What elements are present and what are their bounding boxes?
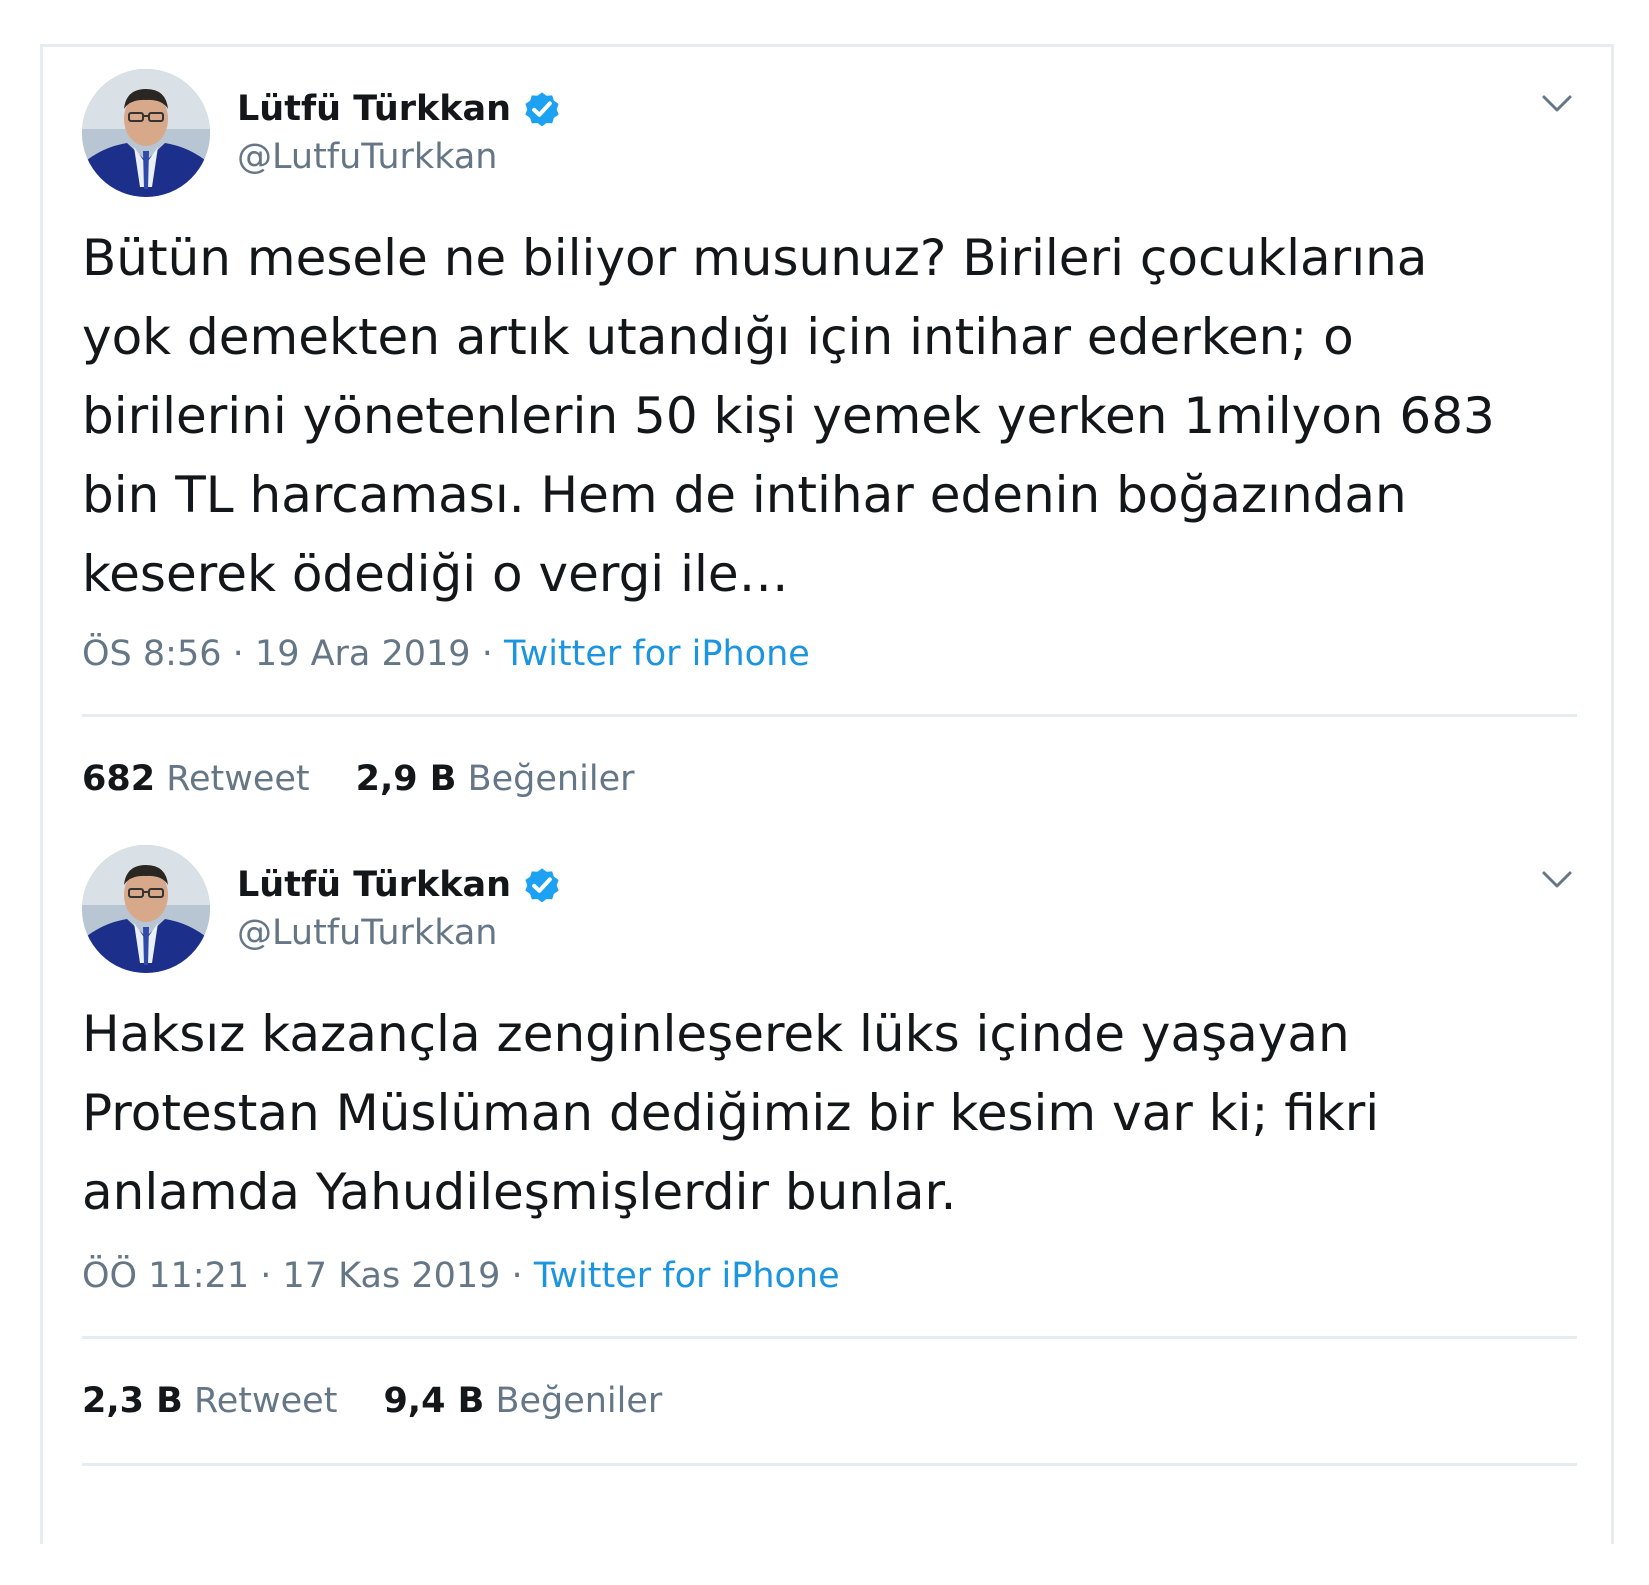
divider [82,714,1577,717]
tweet-text: Haksız kazançla zenginleşerek lüks içind… [82,1005,1380,1221]
tweet-time[interactable]: ÖÖ 11:21 [82,1256,249,1296]
author-name-row[interactable]: Lütfü Türkkan [237,861,563,909]
divider [82,1336,1577,1339]
tweet-2: Lütfü Türkkan @LutfuTurkkan Haksız kazan… [82,845,1577,1485]
retweet-count: 682 [82,759,156,799]
author-handle[interactable]: @LutfuTurkkan [237,913,497,953]
like-stat[interactable]: 2,9 B Beğeniler [356,759,635,799]
tweet-date[interactable]: 19 Ara 2019 [255,634,471,674]
retweet-count: 2,3 B [82,1381,183,1421]
avatar[interactable] [82,69,210,197]
retweet-stat[interactable]: 2,3 B Retweet [82,1381,337,1421]
like-label: Beğeniler [495,1381,663,1421]
display-name[interactable]: Lütfü Türkkan [237,865,511,905]
meta-separator: · [232,634,244,674]
meta-separator: · [511,1256,523,1296]
display-name[interactable]: Lütfü Türkkan [237,89,511,129]
divider [82,1463,1577,1466]
verified-badge-icon [525,868,559,903]
tweet-stats: 2,3 B Retweet 9,4 B Beğeniler [82,1381,662,1421]
tweet-source-link[interactable]: Twitter for iPhone [504,634,810,674]
chevron-down-icon[interactable] [1540,91,1574,115]
author-handle[interactable]: @LutfuTurkkan [237,137,497,177]
profile-photo-icon [82,69,210,197]
tweet-source-link[interactable]: Twitter for iPhone [534,1256,840,1296]
tweet-stats: 682 Retweet 2,9 B Beğeniler [82,759,635,799]
verified-badge-icon [525,92,559,127]
avatar[interactable] [82,845,210,973]
chevron-down-icon[interactable] [1540,867,1574,891]
like-label: Beğeniler [467,759,635,799]
retweet-label: Retweet [194,1381,338,1421]
like-count: 9,4 B [383,1381,485,1421]
retweet-label: Retweet [166,759,310,799]
meta-separator: · [481,634,493,674]
meta-separator: · [260,1256,272,1296]
tweet-text: Bütün mesele ne biliyor musunuz? Biriler… [82,229,1495,603]
tweet-date[interactable]: 17 Kas 2019 [283,1256,501,1296]
like-count: 2,9 B [355,759,457,799]
tweet-meta: ÖÖ 11:21 · 17 Kas 2019 · Twitter for iPh… [82,1256,840,1296]
tweet-meta: ÖS 8:56 · 19 Ara 2019 · Twitter for iPho… [82,634,810,674]
author-name-row[interactable]: Lütfü Türkkan [237,85,563,133]
tweet-1: Lütfü Türkkan @LutfuTurkkan Bütün mesele… [82,69,1577,829]
retweet-stat[interactable]: 682 Retweet [82,759,310,799]
tweet-time[interactable]: ÖS 8:56 [82,634,222,674]
like-stat[interactable]: 9,4 B Beğeniler [383,1381,662,1421]
profile-photo-icon [82,845,210,973]
